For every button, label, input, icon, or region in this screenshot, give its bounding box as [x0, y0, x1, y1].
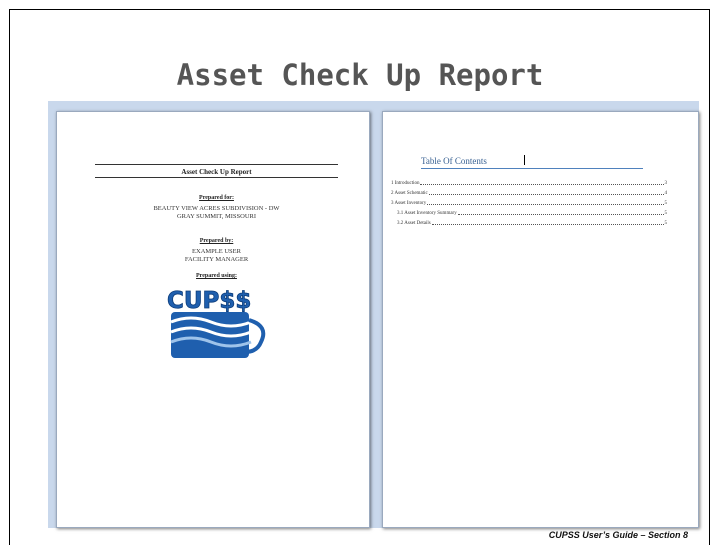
prepared-for-line: GRAY SUMMIT, MISSOURI — [176, 213, 257, 220]
slide-title: Asset Check Up Report — [176, 58, 544, 92]
toc-leader — [457, 214, 664, 215]
toc-leader — [427, 204, 664, 205]
document-preview-area[interactable]: Asset Check Up Report Prepared for: BEAU… — [48, 101, 699, 528]
prepared-by-label: Prepared by: — [199, 238, 234, 244]
toc-title: Table Of Contents — [421, 156, 487, 166]
prepared-for-line: BEAUTY VIEW ACRES SUBDIVISION - DW — [153, 205, 280, 212]
prepared-by-line: EXAMPLE USER — [192, 248, 241, 255]
text-cursor — [524, 155, 525, 165]
title-rule-top — [95, 164, 338, 165]
cupss-logo: CUP$$ — [167, 288, 266, 358]
toc-entry[interactable]: 2 Asset Schematic 4 — [391, 189, 667, 196]
prepared-using-label: Prepared using: — [196, 273, 237, 279]
toc-leader — [431, 224, 664, 225]
toc-entry[interactable]: 1 Introduction 3 — [391, 179, 667, 186]
slide-footer: CUPSS User’s Guide – Section 8 — [548, 530, 688, 540]
report-title: Asset Check Up Report — [181, 168, 252, 176]
cover-page[interactable]: Asset Check Up Report Prepared for: BEAU… — [56, 111, 370, 528]
toc-heading-rule — [421, 168, 643, 169]
toc-entry[interactable]: 3 Asset Inventory 5 — [391, 199, 667, 206]
toc-leader — [428, 194, 664, 195]
toc-leader — [420, 184, 664, 185]
title-rule-bottom — [95, 177, 338, 178]
toc-subentry[interactable]: 3.2 Asset Details 5 — [397, 219, 667, 226]
toc-subentry[interactable]: 3.1 Asset Inventory Summary 5 — [397, 209, 667, 216]
prepared-for-label: Prepared for: — [199, 195, 234, 201]
logo-text: CUP$$ — [167, 288, 251, 314]
toc-page[interactable]: Table Of Contents 1 Introduction 3 2 Ass… — [382, 111, 699, 528]
prepared-by-line: FACILITY MANAGER — [184, 256, 249, 263]
